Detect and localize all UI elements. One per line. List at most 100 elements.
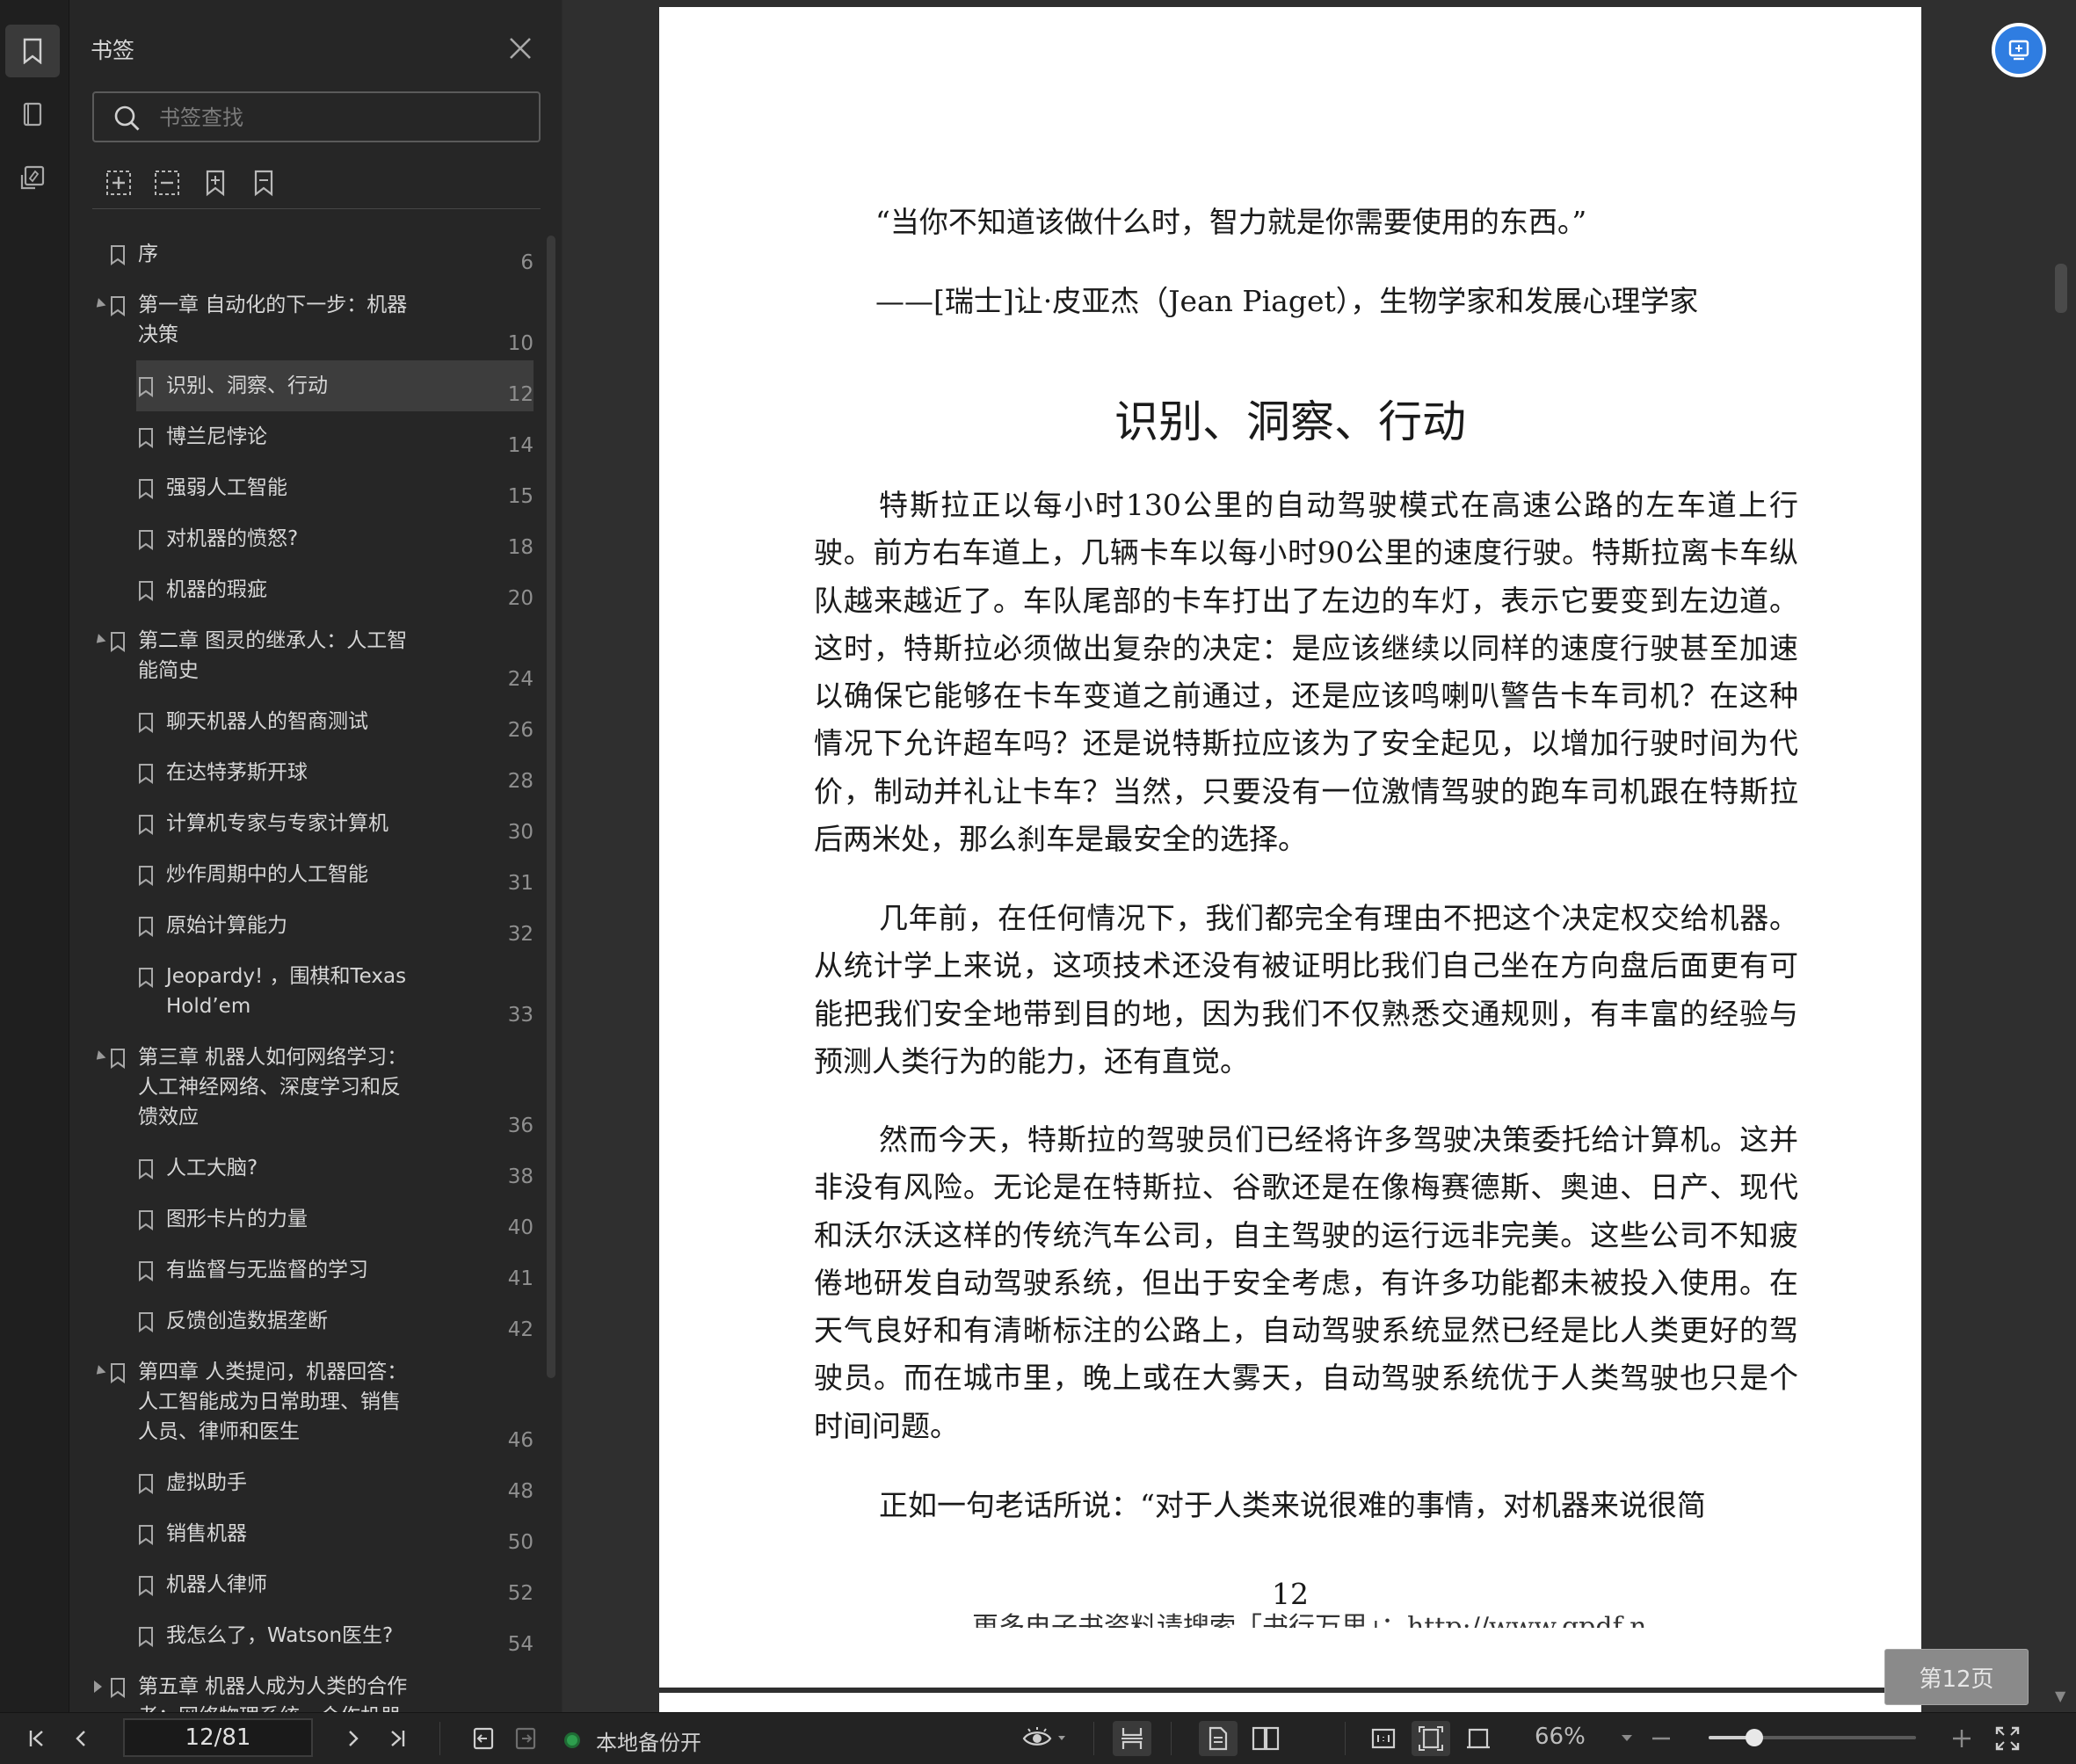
bookmark-label: 反馈创造数据垄断 [166, 1310, 328, 1332]
annotation-panel-button[interactable] [5, 151, 60, 204]
fullscreen-icon [1995, 1726, 2020, 1751]
back-history-icon [473, 1727, 494, 1750]
bookmark-icon [111, 1049, 125, 1069]
bookmark-item[interactable]: 第四章 人类提问，机器回答： 人工智能成为日常助理、销售 人员、律师和医生 46 [69, 1357, 535, 1452]
bookmark-item[interactable]: 强弱人工智能 15 [69, 473, 535, 508]
zoom-out-button[interactable] [1645, 1721, 1677, 1756]
add-bookmark-icon [206, 170, 225, 197]
page-number-input[interactable] [123, 1718, 313, 1757]
forward-button[interactable] [508, 1721, 543, 1756]
bookmark-icon [139, 713, 153, 733]
bookmark-scrollbar[interactable] [547, 236, 555, 1378]
expand-arrow-down-icon[interactable] [92, 1050, 106, 1063]
fit-page-button[interactable] [1412, 1721, 1450, 1756]
plus-icon [1953, 1730, 1971, 1747]
bookmark-item[interactable]: 博兰尼悖论 14 [69, 422, 535, 457]
zoom-in-button[interactable] [1946, 1721, 1978, 1756]
thumbnail-icon [23, 102, 42, 127]
epigraph-attribution: ——[瑞士]让·皮亚杰（Jean Piaget），生物学家和发展心理学家 [875, 284, 1699, 318]
bookmark-item[interactable]: 计算机专家与专家计算机 30 [69, 809, 535, 844]
scroll-down-arrow-icon[interactable]: ▼ [2055, 1688, 2065, 1704]
bookmark-panel-button[interactable] [5, 25, 60, 77]
bookmark-item[interactable]: 机器的瑕疵 20 [69, 575, 535, 610]
panel-title: 书签 [91, 38, 135, 63]
document-scrollbar[interactable] [2055, 264, 2067, 313]
bookmark-item[interactable]: 序6 [69, 239, 535, 274]
bookmark-search-box[interactable] [92, 91, 541, 142]
bookmark-item[interactable]: Jeopardy! ，围棋和Texas Hold’em 33 [69, 962, 535, 1027]
minus-icon [1652, 1737, 1670, 1740]
page-footer-note: 更多电子书资料请搜索「书行万里」：http://www.gpdf.n [972, 1612, 1647, 1628]
bookmark-page-number: 46 [507, 1429, 534, 1452]
expand-arrow-down-icon[interactable] [92, 298, 106, 311]
single-page-button[interactable] [1199, 1721, 1238, 1756]
double-page-button[interactable] [1246, 1721, 1285, 1756]
fit-width-button[interactable] [1459, 1721, 1498, 1756]
chevron-left-icon [76, 1731, 85, 1746]
bookmark-item[interactable]: 销售机器 50 [69, 1519, 535, 1554]
bookmark-item[interactable]: 第三章 机器人如何网络学习： 人工神经网络、深度学习和反 馈效应 36 [69, 1042, 535, 1137]
forward-history-icon [515, 1727, 536, 1750]
collapse-all-button[interactable] [149, 165, 185, 200]
bookmark-item[interactable]: 第五章 机器人成为人类的合作 者：网络物理系统、合作机器 [69, 1672, 535, 1712]
toolbar-divider [1345, 1722, 1346, 1755]
bookmark-icon [139, 428, 153, 448]
bookmark-label: Jeopardy! ，围棋和Texas Hold’em [166, 965, 407, 1018]
bookmark-icon [139, 530, 153, 550]
section-heading: 识别、洞察、行动 [1114, 396, 1466, 447]
bookmark-icon [139, 764, 153, 784]
bookmark-item[interactable]: 虚拟助手 48 [69, 1468, 535, 1503]
bookmark-icon [139, 1210, 153, 1230]
bookmark-item[interactable]: 第一章 自动化的下一步：机器 决策 10 [69, 290, 535, 355]
close-panel-button[interactable] [505, 33, 535, 63]
next-page-button[interactable] [336, 1721, 371, 1756]
bookmark-item[interactable]: 识别、洞察、行动 12 [69, 360, 535, 411]
zoom-dropdown-button[interactable] [1614, 1721, 1640, 1756]
bookmark-icon [139, 1474, 153, 1494]
expand-arrow-down-icon[interactable] [92, 634, 106, 647]
bookmark-item[interactable]: 对机器的愤怒? 18 [69, 524, 535, 559]
bookmark-item[interactable]: 有监督与无监督的学习 41 [69, 1255, 535, 1290]
thumbnail-panel-button[interactable] [5, 88, 60, 141]
bookmark-item[interactable]: 原始计算能力 32 [69, 911, 535, 946]
continuous-scroll-button[interactable] [1113, 1721, 1151, 1756]
chevron-down-icon [1622, 1735, 1632, 1741]
remove-bookmark-button[interactable] [246, 165, 281, 200]
last-page-button[interactable] [380, 1721, 415, 1756]
bookmark-search-input[interactable] [157, 102, 530, 134]
back-button[interactable] [466, 1721, 501, 1756]
bookmark-item[interactable]: 图形卡片的力量 40 [69, 1204, 535, 1239]
bookmark-item[interactable]: 炒作周期中的人工智能 31 [69, 860, 535, 895]
actual-size-button[interactable] [1364, 1721, 1403, 1756]
bookmark-icon [139, 815, 153, 835]
bookmark-item[interactable]: 第二章 图灵的继承人：人工智 能简史 24 [69, 626, 535, 691]
backup-status-label[interactable]: 本地备份开 [596, 1725, 701, 1756]
add-bookmark-button[interactable] [198, 165, 233, 200]
bookmark-item[interactable]: 我怎么了，Watson医生? 54 [69, 1621, 535, 1656]
bookmark-label: 原始计算能力 [166, 914, 287, 937]
first-page-button[interactable] [19, 1721, 54, 1756]
bookmark-item[interactable]: 机器人律师 52 [69, 1570, 535, 1605]
expand-arrow-right-icon[interactable] [94, 1681, 102, 1693]
bookmark-label: 强弱人工智能 [166, 476, 287, 499]
expand-arrow-down-icon[interactable] [92, 1365, 106, 1378]
bookmark-label: 有监督与无监督的学习 [166, 1259, 368, 1281]
bookmark-item[interactable]: 在达特茅斯开球 28 [69, 758, 535, 793]
zoom-level[interactable]: 66% [1535, 1724, 1586, 1750]
bookmark-item[interactable]: 人工大脑? 38 [69, 1153, 535, 1188]
previous-page-button[interactable] [63, 1721, 98, 1756]
zoom-slider-thumb[interactable] [1745, 1729, 1763, 1746]
bookmark-item[interactable]: 反馈创造数据垄断 42 [69, 1306, 535, 1341]
bookmark-page-number: 12 [507, 383, 534, 406]
page-indicator-tooltip: 第12页 [1884, 1649, 2029, 1705]
bookmark-icon [139, 1312, 153, 1332]
eye-care-mode-button[interactable] [1016, 1721, 1072, 1756]
bookmark-label: 聊天机器人的智商测试 [166, 710, 368, 733]
floating-action-button[interactable] [1992, 23, 2046, 77]
zoom-slider[interactable] [1709, 1729, 1916, 1746]
toolbar-divider [439, 1722, 440, 1755]
document-page: “当你不知道该做什么时，智力就是你需要使用的东西。” ——[瑞士]让·皮亚杰（J… [659, 7, 1921, 1688]
fullscreen-button[interactable] [1990, 1721, 2025, 1756]
expand-all-button[interactable] [101, 165, 136, 200]
bookmark-item[interactable]: 聊天机器人的智商测试 26 [69, 707, 535, 742]
